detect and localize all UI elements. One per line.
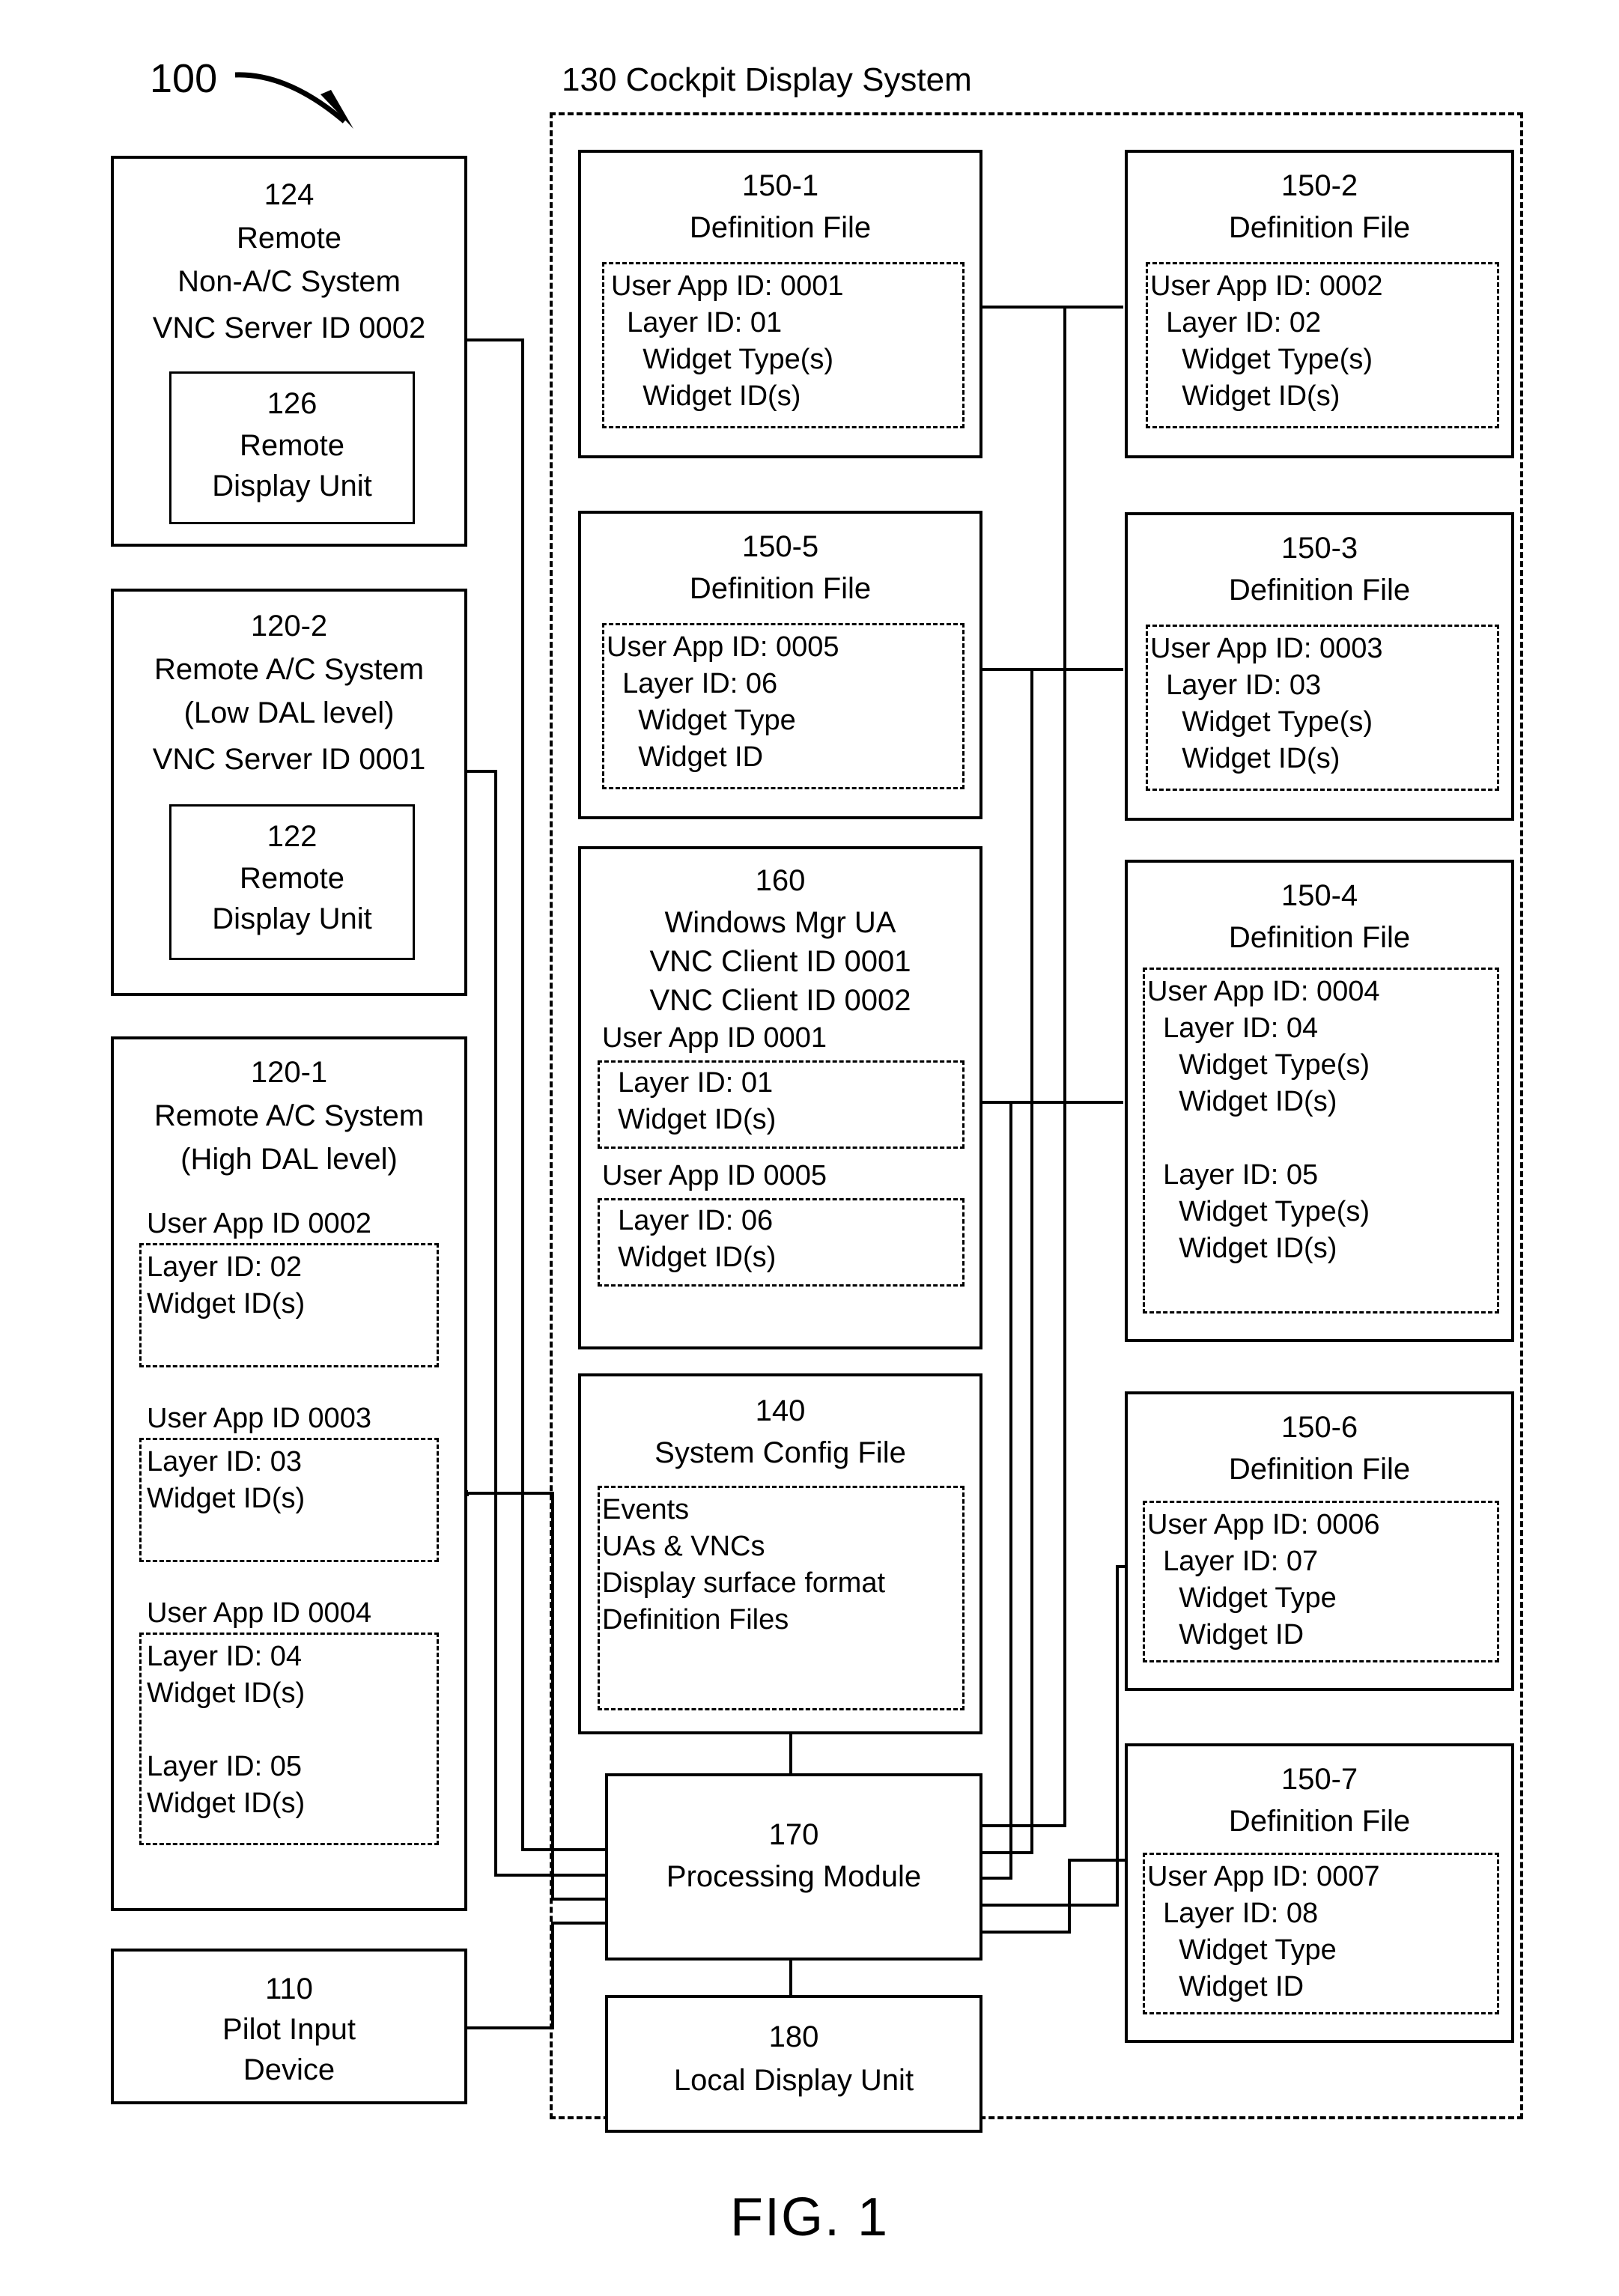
remote-non-ac-ref: 124 [264, 178, 315, 211]
windows-manager-ua-box[interactable]: 160 Windows Mgr UA VNC Client ID 0001 VN… [578, 846, 982, 1349]
remote-display-unit-122-line1: Remote [239, 862, 345, 895]
connector-120-2-h1 [467, 770, 497, 773]
definition-file-150-1-body: User App ID: 0001 Layer ID: 01 Widget Ty… [611, 270, 844, 412]
remote-non-ac-system-box[interactable]: 124 Remote Non-A/C System VNC Server ID … [111, 156, 467, 547]
definition-file-150-2-ref: 150-2 [1281, 169, 1358, 202]
definition-file-150-4-box[interactable]: 150-4 Definition File User App ID: 0004 … [1125, 860, 1514, 1342]
remote-ac-high-line1: Remote A/C System [154, 1099, 425, 1132]
remote-non-ac-line1: Remote [236, 222, 342, 255]
windows-manager-ref: 160 [755, 864, 806, 897]
definition-file-150-5-body: User App ID: 0005 Layer ID: 06 Widget Ty… [607, 631, 839, 773]
definition-file-150-1-ref: 150-1 [741, 169, 819, 202]
processing-module-box[interactable]: 170 Processing Module [605, 1773, 982, 1961]
definition-file-150-7-ref: 150-7 [1281, 1763, 1358, 1796]
remote-ac-high-app-0002-body: Layer ID: 02 Widget ID(s) [147, 1251, 306, 1319]
connector-120-2-v1 [494, 770, 497, 1877]
remote-display-unit-122-ref: 122 [267, 820, 318, 853]
remote-non-ac-vnc-server-id: VNC Server ID 0002 [152, 312, 426, 344]
remote-ac-low-line2: (Low DAL level) [183, 696, 395, 729]
local-display-unit-box[interactable]: 180 Local Display Unit [605, 1995, 982, 2133]
definition-file-150-3-ref: 150-3 [1281, 532, 1358, 565]
remote-ac-low-vnc-server-id: VNC Server ID 0001 [152, 743, 426, 776]
system-config-ref: 140 [755, 1394, 806, 1427]
definition-file-150-6-body: User App ID: 0006 Layer ID: 07 Widget Ty… [1147, 1509, 1380, 1650]
windows-manager-app-0005-body: Layer ID: 06 Widget ID(s) [618, 1205, 777, 1273]
figure-caption: FIG. 1 [729, 2187, 890, 2247]
definition-file-150-2-title: Definition File [1228, 211, 1411, 244]
windows-manager-title: Windows Mgr UA [664, 906, 896, 939]
definition-file-150-7-body: User App ID: 0007 Layer ID: 08 Widget Ty… [1147, 1861, 1380, 2002]
remote-display-unit-126-line2: Display Unit [212, 470, 372, 502]
remote-ac-high-app-0004-body: Layer ID: 04 Widget ID(s) Layer ID: 05 W… [147, 1641, 306, 1819]
processing-module-title: Processing Module [666, 1860, 922, 1893]
remote-ac-high-app-0004-header: User App ID 0004 [147, 1597, 371, 1629]
remote-non-ac-line2: Non-A/C System [177, 265, 401, 298]
processing-module-ref: 170 [768, 1818, 819, 1851]
remote-ac-low-ref: 120-2 [250, 610, 328, 643]
windows-manager-app-0001-body: Layer ID: 01 Widget ID(s) [618, 1067, 777, 1135]
definition-file-150-6-box[interactable]: 150-6 Definition File User App ID: 0006 … [1125, 1391, 1514, 1691]
remote-ac-high-ref: 120-1 [250, 1056, 328, 1089]
cockpit-display-system-label: 130 Cockpit Display System [562, 61, 972, 98]
definition-file-150-3-body: User App ID: 0003 Layer ID: 03 Widget Ty… [1150, 633, 1383, 774]
definition-file-150-5-box[interactable]: 150-5 Definition File User App ID: 0005 … [578, 511, 982, 819]
system-config-title: System Config File [654, 1436, 906, 1469]
definition-file-150-3-title: Definition File [1228, 574, 1411, 607]
pilot-input-line1: Pilot Input [222, 2013, 356, 2046]
remote-display-unit-126-line1: Remote [239, 429, 345, 462]
remote-display-unit-126-ref: 126 [267, 387, 318, 420]
remote-ac-high-app-0003-header: User App ID 0003 [147, 1403, 371, 1434]
definition-file-150-3-box[interactable]: 150-3 Definition File User App ID: 0003 … [1125, 512, 1514, 821]
remote-ac-system-low-dal-box[interactable]: 120-2 Remote A/C System (Low DAL level) … [111, 589, 467, 996]
definition-file-150-1-title: Definition File [689, 211, 872, 244]
connector-124-h1 [467, 338, 524, 341]
local-display-unit-ref: 180 [768, 2020, 819, 2053]
remote-ac-high-line2: (High DAL level) [180, 1143, 398, 1176]
system-config-file-box[interactable]: 140 System Config File Events UAs & VNCs… [578, 1373, 982, 1734]
definition-file-150-2-body: User App ID: 0002 Layer ID: 02 Widget Ty… [1150, 270, 1383, 412]
pilot-input-device-box[interactable]: 110 Pilot Input Device [111, 1949, 467, 2104]
definition-file-150-1-box[interactable]: 150-1 Definition File User App ID: 0001 … [578, 150, 982, 458]
figure-sheet: 100 130 Cockpit Display System 124 Remot… [0, 0, 1619, 2296]
callout-arrow-icon [234, 72, 353, 129]
local-display-unit-title: Local Display Unit [673, 2064, 914, 2097]
system-config-body: Events UAs & VNCs Display surface format… [602, 1494, 886, 1636]
windows-manager-vnc-client-0002: VNC Client ID 0002 [649, 984, 911, 1017]
remote-ac-high-app-0002-header: User App ID 0002 [147, 1208, 371, 1239]
remote-display-unit-122-line2: Display Unit [212, 902, 372, 935]
remote-ac-system-high-dal-box[interactable]: 120-1 Remote A/C System (High DAL level)… [111, 1036, 467, 1911]
definition-file-150-5-title: Definition File [689, 572, 872, 605]
windows-manager-app-0005-header: User App ID 0005 [602, 1160, 827, 1191]
remote-display-unit-122-box[interactable]: 122 Remote Display Unit [169, 804, 415, 960]
remote-ac-high-app-0003-body: Layer ID: 03 Widget ID(s) [147, 1446, 306, 1514]
remote-display-unit-126-box[interactable]: 126 Remote Display Unit [169, 371, 415, 524]
windows-manager-vnc-client-0001: VNC Client ID 0001 [649, 945, 911, 978]
connector-124-v1 [521, 338, 524, 1851]
pilot-input-ref: 110 [265, 1972, 313, 2005]
remote-ac-low-line1: Remote A/C System [154, 653, 425, 686]
definition-file-150-4-body: User App ID: 0004 Layer ID: 04 Widget Ty… [1147, 976, 1380, 1264]
definition-file-150-4-title: Definition File [1228, 921, 1411, 954]
figure-callout-100: 100 [150, 56, 218, 101]
definition-file-150-6-ref: 150-6 [1281, 1411, 1358, 1444]
definition-file-150-7-box[interactable]: 150-7 Definition File User App ID: 0007 … [1125, 1743, 1514, 2043]
pilot-input-line2: Device [243, 2053, 335, 2086]
windows-manager-app-0001-header: User App ID 0001 [602, 1022, 827, 1054]
definition-file-150-6-title: Definition File [1228, 1453, 1411, 1486]
definition-file-150-2-box[interactable]: 150-2 Definition File User App ID: 0002 … [1125, 150, 1514, 458]
definition-file-150-7-title: Definition File [1228, 1805, 1411, 1838]
definition-file-150-5-ref: 150-5 [741, 530, 819, 563]
definition-file-150-4-ref: 150-4 [1281, 879, 1358, 912]
connector-110-h1 [467, 2026, 554, 2029]
connector-120-1-to-bus [467, 1492, 554, 1495]
